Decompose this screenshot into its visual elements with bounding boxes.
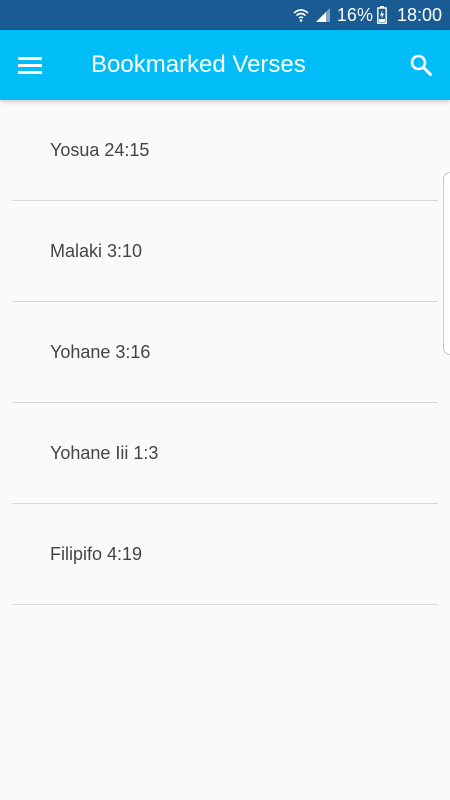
- clock: 18:00: [396, 4, 442, 25]
- menu-icon: [18, 57, 42, 74]
- bookmark-item[interactable]: Yosua 24:15: [0, 100, 450, 201]
- status-bar: 16% 18:00: [0, 0, 450, 30]
- app-bar: Bookmarked Verses: [0, 30, 450, 100]
- bookmark-label: Filipifo 4:19: [50, 544, 143, 564]
- menu-button[interactable]: [16, 52, 44, 78]
- bookmark-label: Yohane 3:16: [50, 342, 151, 362]
- bookmark-item[interactable]: Yohane Iii 1:3: [0, 403, 450, 504]
- wifi-icon: [293, 7, 309, 23]
- bookmark-list: Yosua 24:15 Malaki 3:10 Yohane 3:16 Yoha…: [0, 100, 450, 605]
- search-icon: [410, 54, 432, 76]
- divider: [12, 604, 438, 605]
- bookmark-label: Yosua 24:15: [50, 140, 150, 160]
- page-title: Bookmarked Verses: [91, 51, 306, 78]
- bookmark-item[interactable]: Malaki 3:10: [0, 201, 450, 302]
- bookmark-item[interactable]: Yohane 3:16: [0, 302, 450, 403]
- battery-percent: 16%: [336, 4, 373, 25]
- signal-icon: [315, 7, 331, 23]
- scroll-handle[interactable]: [443, 172, 450, 355]
- bookmark-label: Malaki 3:10: [50, 241, 143, 261]
- bookmark-item[interactable]: Filipifo 4:19: [0, 504, 450, 605]
- search-button[interactable]: [406, 50, 436, 80]
- battery-icon: [377, 6, 387, 24]
- bookmark-label: Yohane Iii 1:3: [50, 443, 159, 463]
